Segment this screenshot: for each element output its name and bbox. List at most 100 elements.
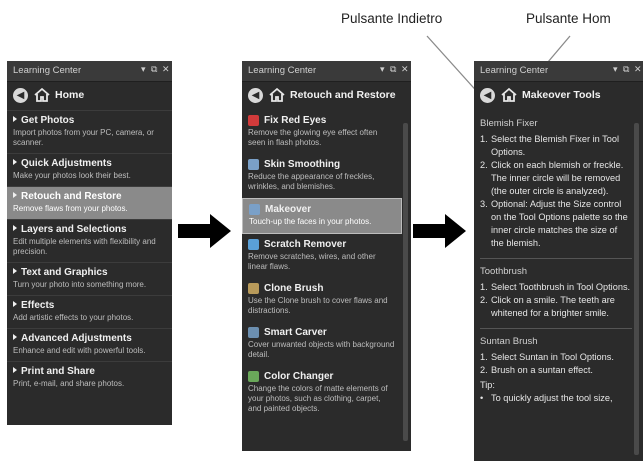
help-content: Blemish Fixer 1. Select the Blemish Fixer… xyxy=(480,115,632,405)
category-item-1[interactable]: Quick Adjustments Make your photos look t… xyxy=(7,153,172,186)
step-text: Select the Blemish Fixer in Tool Options… xyxy=(491,134,619,157)
tool-description: Use the Clone brush to cover flaws and d… xyxy=(248,296,388,315)
expand-arrow-icon xyxy=(13,301,17,307)
category-list: Get Photos Import photos from your PC, ca… xyxy=(7,110,172,394)
minimize-icon[interactable]: ▾ xyxy=(613,64,618,75)
tool-icon xyxy=(248,283,259,294)
category-description: Enhance and edit with powerful tools. xyxy=(13,346,146,355)
tool-title-text: Scratch Remover xyxy=(264,239,347,250)
minimize-icon[interactable]: ▾ xyxy=(141,64,146,75)
section-title-blemish: Blemish Fixer xyxy=(480,118,538,129)
scrollbar[interactable] xyxy=(634,123,639,455)
close-icon[interactable]: ✕ xyxy=(162,64,170,75)
step-text: Optional: Adjust the Size control on the… xyxy=(491,199,628,248)
step-number: 1. xyxy=(480,352,488,362)
category-title-text: Retouch and Restore xyxy=(21,191,122,202)
tool-title: Color Changer xyxy=(248,371,396,382)
category-title-text: Effects xyxy=(21,300,55,311)
category-title: Effects xyxy=(13,300,166,311)
tool-item-6[interactable]: Color Changer Change the colors of matte … xyxy=(242,366,402,420)
category-title-text: Get Photos xyxy=(21,115,75,126)
category-item-0[interactable]: Get Photos Import photos from your PC, ca… xyxy=(7,110,172,153)
float-icon[interactable]: ⧉ xyxy=(390,64,396,75)
divider xyxy=(480,258,632,259)
category-title-text: Text and Graphics xyxy=(21,267,108,278)
back-button-icon[interactable]: ◀ xyxy=(13,88,28,103)
expand-arrow-icon xyxy=(13,334,17,340)
category-title: Print and Share xyxy=(13,366,166,377)
tool-description: Remove the glowing eye effect often seen… xyxy=(248,128,378,147)
category-item-2[interactable]: Retouch and Restore Remove flaws from you… xyxy=(7,186,172,219)
category-item-6[interactable]: Advanced Adjustments Enhance and edit wit… xyxy=(7,328,172,361)
tip-text: To quickly adjust the tool size, xyxy=(491,393,613,403)
tip-item: • To quickly adjust the tool size, xyxy=(480,393,613,403)
tool-item-2[interactable]: Makeover Touch-up the faces in your photo… xyxy=(242,198,402,234)
float-icon[interactable]: ⧉ xyxy=(623,64,629,75)
back-button-icon[interactable]: ◀ xyxy=(248,88,263,103)
step-number: 2. xyxy=(480,295,488,305)
learning-center-panel-retouch: Learning Center ▾ ⧉ ✕ ◀ Retouch and Rest… xyxy=(242,61,411,451)
category-item-3[interactable]: Layers and Selections Edit multiple eleme… xyxy=(7,219,172,262)
category-description: Edit multiple elements with flexibility … xyxy=(13,237,156,256)
tool-icon xyxy=(248,115,259,126)
step-item: 2. Brush on a suntan effect. xyxy=(480,364,632,377)
step-text: Select Suntan in Tool Options. xyxy=(491,352,614,362)
category-item-7[interactable]: Print and Share Print, e-mail, and share … xyxy=(7,361,172,394)
step-item: 1. Select the Blemish Fixer in Tool Optio… xyxy=(480,133,632,159)
panel-title: Learning Center xyxy=(480,65,549,76)
expand-arrow-icon xyxy=(13,268,17,274)
panel-navbar: ◀ Retouch and Restore xyxy=(242,82,411,110)
tip-title: Tip: xyxy=(480,380,495,390)
panel-title: Learning Center xyxy=(248,65,317,76)
category-description: Print, e-mail, and share photos. xyxy=(13,379,125,388)
category-description: Add artistic effects to your photos. xyxy=(13,313,134,322)
panel-title: Learning Center xyxy=(13,65,82,76)
tool-item-1[interactable]: Skin Smoothing Reduce the appearance of f… xyxy=(242,154,402,198)
toothbrush-steps: 1. Select Toothbrush in Tool Options. 2. Cl… xyxy=(480,281,632,320)
learning-center-panel-home: Learning Center ▾ ⧉ ✕ ◀ Home Get Photos I… xyxy=(7,61,172,425)
section-title-toothbrush: Toothbrush xyxy=(480,266,528,277)
tool-item-0[interactable]: Fix Red Eyes Remove the glowing eye effec… xyxy=(242,110,402,154)
close-icon[interactable]: ✕ xyxy=(634,64,642,75)
tool-title: Skin Smoothing xyxy=(248,159,396,170)
panel-navbar: ◀ Home xyxy=(7,82,172,110)
tool-description: Remove scratches, wires, and other linea… xyxy=(248,252,376,271)
category-title: Text and Graphics xyxy=(13,267,166,278)
tool-title-text: Fix Red Eyes xyxy=(264,115,327,126)
float-icon[interactable]: ⧉ xyxy=(151,64,157,75)
tool-list: Fix Red Eyes Remove the glowing eye effec… xyxy=(242,110,411,420)
section-title-suntan: Suntan Brush xyxy=(480,336,538,347)
category-item-4[interactable]: Text and Graphics Turn your photo into so… xyxy=(7,262,172,295)
panel-nav-title: Makeover Tools xyxy=(522,89,601,101)
tool-title: Smart Carver xyxy=(248,327,396,338)
step-item: 1. Select Toothbrush in Tool Options. xyxy=(480,281,632,294)
tool-icon xyxy=(248,159,259,170)
tool-title-text: Clone Brush xyxy=(264,283,324,294)
home-icon[interactable] xyxy=(500,86,518,104)
tool-item-5[interactable]: Smart Carver Cover unwanted objects with … xyxy=(242,322,402,366)
tool-item-4[interactable]: Clone Brush Use the Clone brush to cover … xyxy=(242,278,402,322)
step-number: 2. xyxy=(480,365,488,375)
step-number: 3. xyxy=(480,199,488,209)
step-item: 2. Click on each blemish or freckle. The … xyxy=(480,159,632,198)
minimize-icon[interactable]: ▾ xyxy=(380,64,385,75)
step-number: 1. xyxy=(480,134,488,144)
back-callout-line xyxy=(426,35,482,97)
step-item: 1. Select Suntan in Tool Options. xyxy=(480,351,632,364)
category-description: Remove flaws from your photos. xyxy=(13,204,128,213)
home-icon[interactable] xyxy=(33,86,51,104)
arrow-right-icon xyxy=(413,214,466,248)
close-icon[interactable]: ✕ xyxy=(401,64,409,75)
category-title-text: Advanced Adjustments xyxy=(21,333,132,344)
suntan-steps: 1. Select Suntan in Tool Options. 2. Brush … xyxy=(480,351,632,377)
home-icon[interactable] xyxy=(268,86,286,104)
panel-navbar: ◀ Makeover Tools xyxy=(474,82,643,110)
category-item-5[interactable]: Effects Add artistic effects to your phot… xyxy=(7,295,172,328)
tool-description: Change the colors of matte elements of y… xyxy=(248,384,388,413)
category-title: Retouch and Restore xyxy=(13,191,166,202)
back-button-icon[interactable]: ◀ xyxy=(480,88,495,103)
tool-item-3[interactable]: Scratch Remover Remove scratches, wires, … xyxy=(242,234,402,278)
step-text: Brush on a suntan effect. xyxy=(491,365,593,375)
scrollbar[interactable] xyxy=(403,123,408,441)
category-title: Get Photos xyxy=(13,115,166,126)
